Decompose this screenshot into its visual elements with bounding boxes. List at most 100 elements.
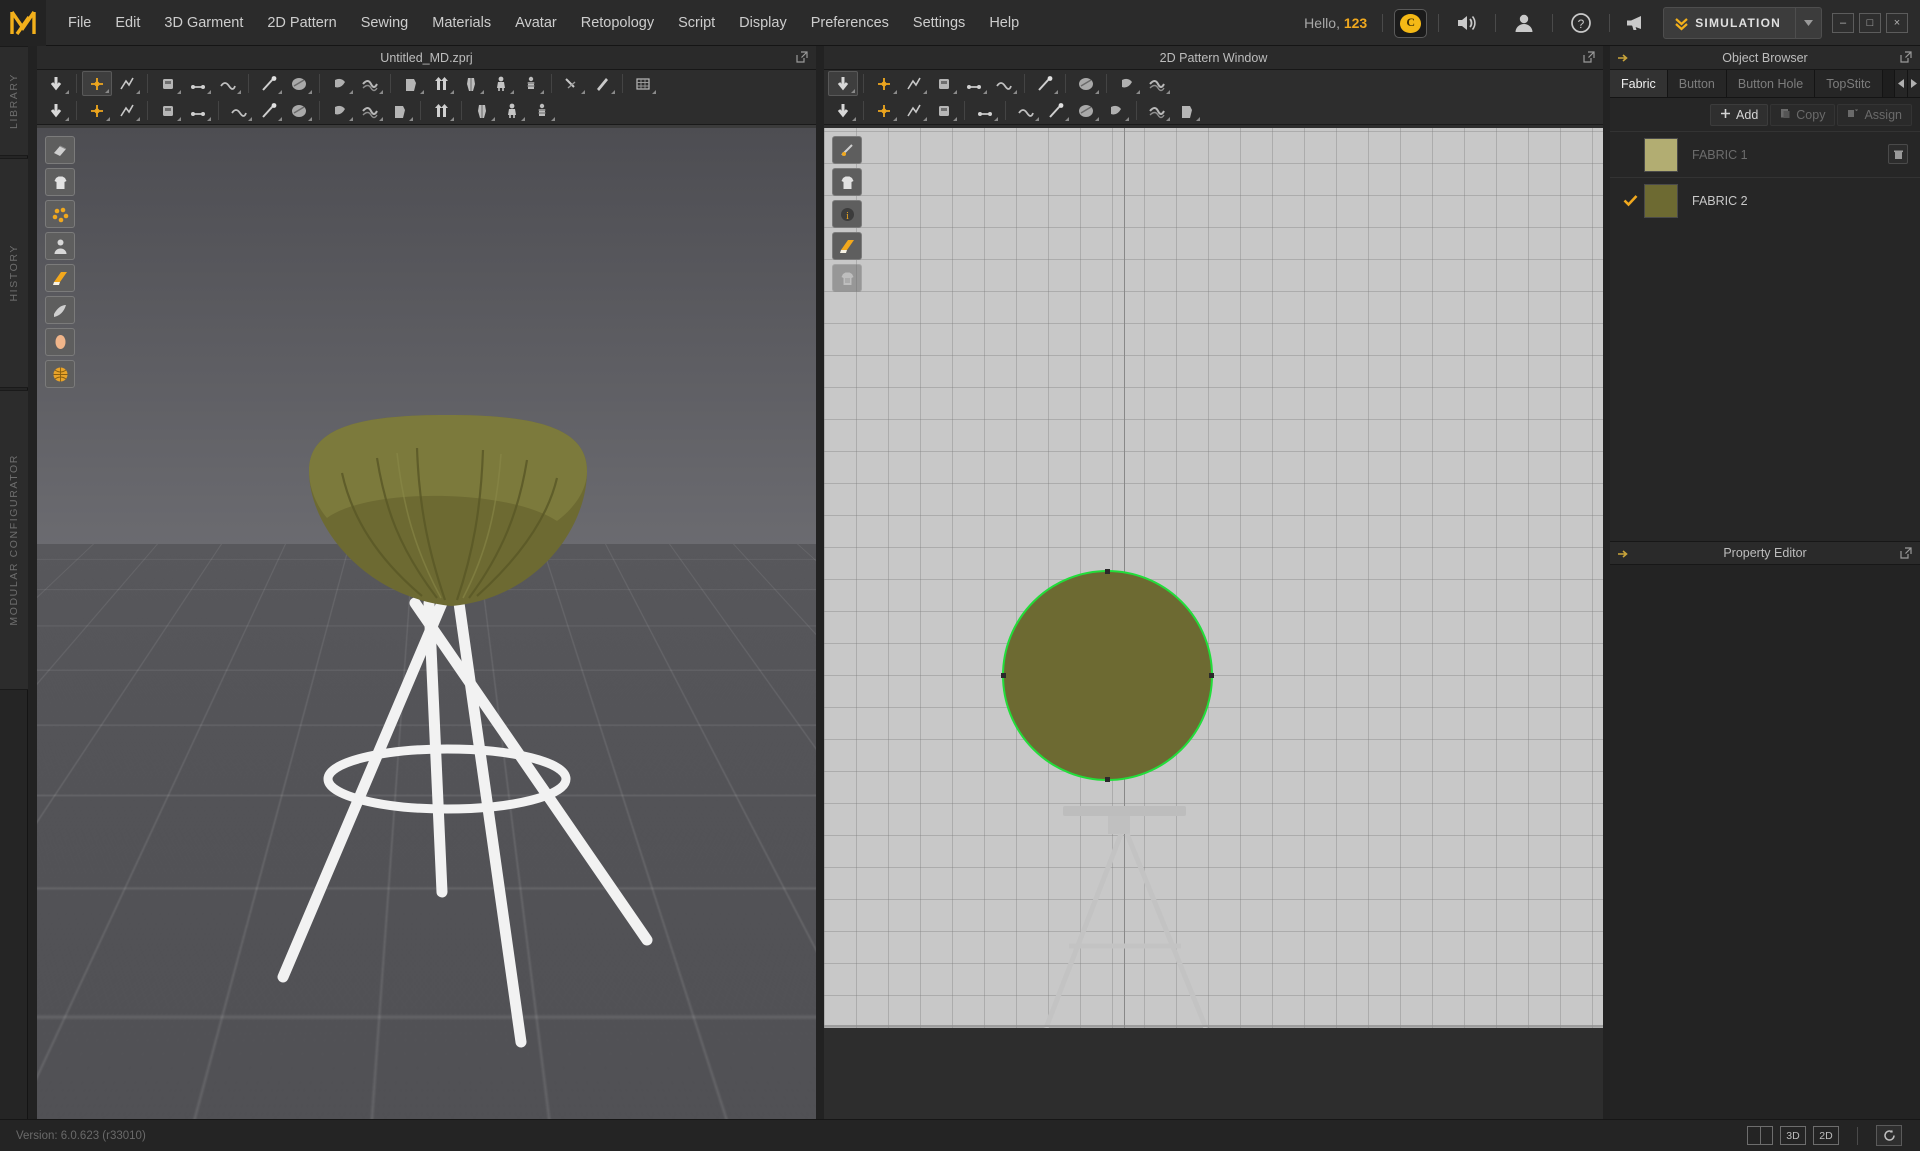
plane-icon[interactable] (467, 98, 497, 123)
avatar-sizing-icon[interactable] (456, 71, 486, 96)
question-mark-icon[interactable]: ? (1564, 0, 1598, 46)
speaker-icon[interactable] (1450, 0, 1484, 46)
menu-item-retopology[interactable]: Retopology (569, 0, 666, 46)
menu-item-script[interactable]: Script (666, 0, 727, 46)
edit-sewing-icon[interactable] (1142, 98, 1172, 123)
simulate-icon[interactable] (41, 71, 71, 96)
rectangle-icon[interactable] (959, 71, 989, 96)
popout-icon[interactable] (796, 51, 808, 63)
select-mesh-icon[interactable] (112, 71, 142, 96)
coin-icon[interactable] (1394, 8, 1428, 38)
viewport-2d-canvas[interactable] (824, 128, 1603, 1119)
grid-icon[interactable] (628, 71, 658, 96)
menu-item-materials[interactable]: Materials (420, 0, 503, 46)
edit-point-icon[interactable] (869, 71, 899, 96)
minimize-button[interactable]: – (1832, 13, 1854, 33)
assign-button[interactable]: Assign (1837, 104, 1912, 126)
ellipse-icon[interactable] (929, 71, 959, 96)
marvelous-designer-logo[interactable] (0, 0, 46, 46)
vertex-sewing-icon[interactable] (1071, 98, 1101, 123)
show-hide-pattern-info-icon[interactable]: i (832, 200, 862, 228)
menu-item-sewing[interactable]: Sewing (349, 0, 421, 46)
pleat-icon[interactable] (1030, 71, 1060, 96)
tab-button-hole[interactable]: Button Hole (1726, 70, 1816, 97)
segment-sewing-icon[interactable] (213, 71, 243, 96)
tack-icon[interactable] (254, 71, 284, 96)
view-3d-button[interactable]: 3D (1780, 1126, 1806, 1145)
avatar-measure-icon[interactable] (516, 71, 546, 96)
menu-item-avatar[interactable]: Avatar (503, 0, 569, 46)
arrow-up-icon[interactable] (426, 71, 456, 96)
refresh-icon[interactable] (1876, 1125, 1902, 1146)
layer-icon[interactable] (325, 71, 355, 96)
bounding-volume-icon[interactable] (183, 98, 213, 123)
fabric-color-swatch[interactable] (1644, 137, 1678, 172)
viewport-2d[interactable]: 2D Pattern Window i (824, 46, 1603, 1119)
fabric-list-item[interactable]: FABRIC 2 (1610, 177, 1920, 223)
view-2d-button[interactable]: 2D (1813, 1126, 1839, 1145)
menu-item-edit[interactable]: Edit (103, 0, 152, 46)
box-icon[interactable] (396, 71, 426, 96)
pattern-piece-circle[interactable] (1001, 569, 1214, 782)
scissors-icon[interactable] (557, 71, 587, 96)
show-hide-uv-sphere-icon[interactable] (45, 360, 75, 388)
polygon-icon[interactable] (989, 71, 1019, 96)
button-icon[interactable] (254, 98, 284, 123)
fabric-list-item[interactable]: FABRIC 1 (1610, 131, 1920, 177)
popout-icon[interactable] (1900, 547, 1912, 562)
user-icon[interactable] (1507, 0, 1541, 46)
sidebar-item-history[interactable]: HISTORY (0, 158, 28, 388)
buttonhole-icon[interactable] (284, 98, 314, 123)
flatten-icon[interactable] (355, 71, 385, 96)
show-hide-arrangement-points-icon[interactable] (45, 136, 75, 164)
show-hide-skin-icon[interactable] (45, 328, 75, 356)
split-view-button[interactable] (1747, 1126, 1773, 1145)
mesh-edit-icon[interactable] (1112, 71, 1142, 96)
menu-item-help[interactable]: Help (977, 0, 1031, 46)
menu-item-preferences[interactable]: Preferences (799, 0, 901, 46)
grid-pattern-icon[interactable] (1142, 71, 1172, 96)
show-hide-garment-icon[interactable] (45, 168, 75, 196)
snap-icon[interactable] (325, 98, 355, 123)
lock-button-icon[interactable] (385, 98, 415, 123)
sidebar-item-modular-configurator[interactable]: MODULAR CONFIGURATOR (0, 390, 28, 690)
pin-icon[interactable] (153, 71, 183, 96)
fabric-color-swatch[interactable] (1644, 183, 1678, 218)
lock-pattern-icon[interactable] (832, 264, 862, 292)
menu-item-3d-garment[interactable]: 3D Garment (152, 0, 255, 46)
show-hide-pattern-texture-icon[interactable] (832, 232, 862, 260)
ground-plane-icon[interactable] (497, 98, 527, 123)
avatar-pose-icon[interactable] (486, 71, 516, 96)
button-round-icon[interactable] (355, 98, 385, 123)
caret-right-icon[interactable] (1907, 70, 1920, 97)
megaphone-icon[interactable] (1621, 0, 1655, 46)
walk-pose-icon[interactable] (41, 98, 71, 123)
viewport-3d-canvas[interactable] (37, 128, 816, 1119)
edit-pattern-icon[interactable] (828, 71, 858, 96)
simulation-mode-selector[interactable]: SIMULATION (1663, 7, 1822, 39)
tab-topstitc[interactable]: TopStitc (1815, 70, 1883, 97)
close-button[interactable]: × (1886, 13, 1908, 33)
show-hide-pattern-icon[interactable] (832, 168, 862, 196)
show-hide-avatar-icon[interactable] (45, 232, 75, 260)
show-hide-fabric-icon[interactable] (45, 296, 75, 324)
copy-button[interactable]: Copy (1770, 104, 1836, 126)
menu-item-display[interactable]: Display (727, 0, 799, 46)
avatar-link-icon[interactable] (1071, 71, 1101, 96)
unfold-icon[interactable] (869, 98, 899, 123)
sidebar-item-library[interactable]: LIBRARY (0, 46, 28, 156)
select-move-icon[interactable] (82, 71, 112, 96)
brush-icon[interactable] (587, 71, 617, 96)
popout-icon[interactable] (1900, 51, 1912, 66)
caret-left-icon[interactable] (1894, 70, 1907, 97)
transform-pattern-icon[interactable] (899, 71, 929, 96)
free-sewing-icon[interactable] (1041, 98, 1071, 123)
tab-fabric[interactable]: Fabric (1610, 70, 1668, 97)
tab-button[interactable]: Button (1667, 70, 1727, 97)
symmetric-pattern-icon[interactable] (899, 98, 929, 123)
maximize-button[interactable]: □ (1859, 13, 1881, 33)
fold-arrangement-icon[interactable] (970, 98, 1000, 123)
m-n-sewing-icon[interactable] (1101, 98, 1131, 123)
zipper-slider-icon[interactable] (426, 98, 456, 123)
viewport-3d[interactable]: Untitled_MD.zprj (37, 46, 816, 1119)
